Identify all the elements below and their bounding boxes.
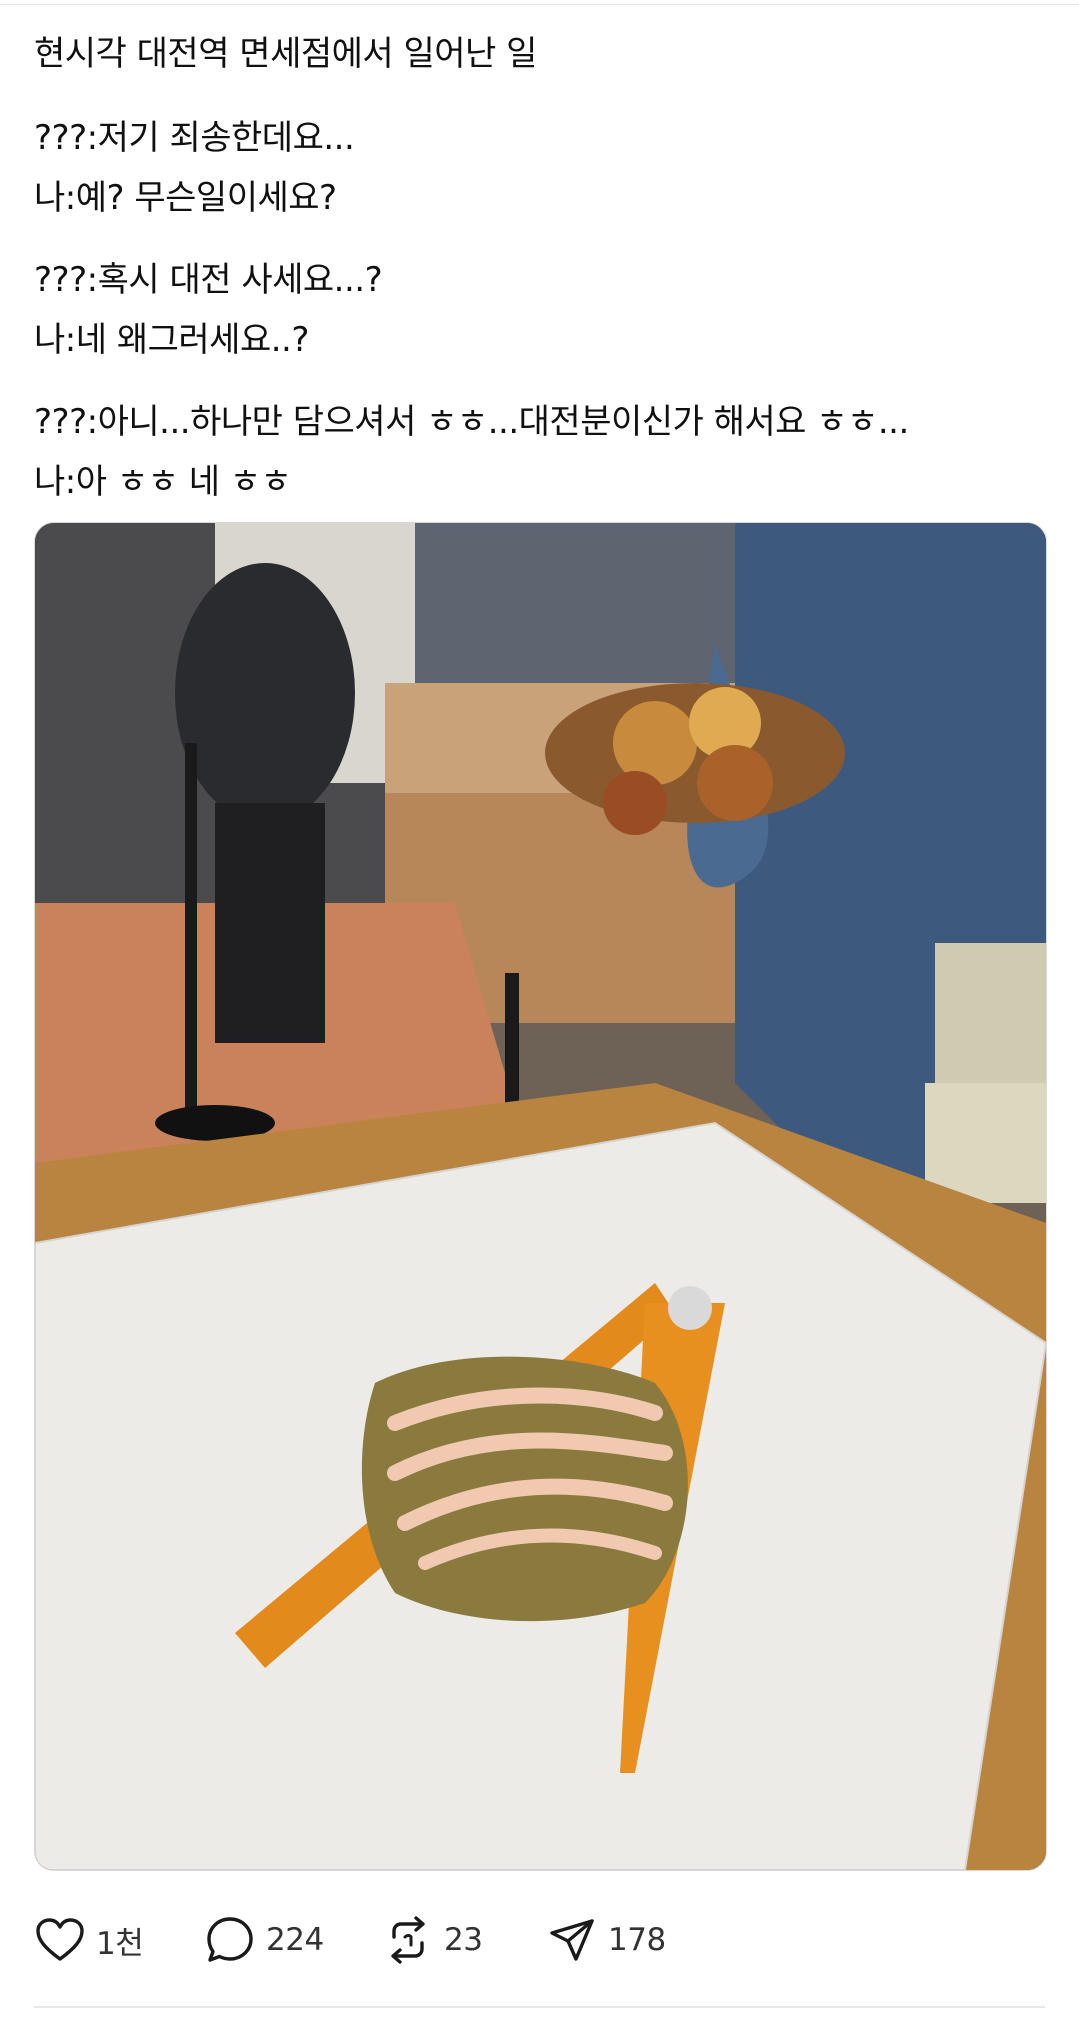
dialogue-line: 나:아 ㅎㅎ 네 ㅎㅎ: [34, 462, 292, 502]
post-photo[interactable]: [34, 522, 1047, 1871]
post-actions: 1천 224 23 178: [34, 1900, 1045, 1980]
bakery-tray-photo: [35, 523, 1046, 1870]
dialogue-line: ???:저기 죄송한데요...: [34, 118, 355, 158]
heart-icon: [34, 1914, 86, 1966]
comment-count: 224: [266, 1922, 324, 1958]
repost-button[interactable]: 23: [382, 1900, 483, 1980]
post-body: 현시각 대전역 면세점에서 일어난 일 ???:저기 죄송한데요... 나:예?…: [34, 24, 1044, 512]
like-button[interactable]: 1천: [34, 1900, 144, 1980]
comment-bubble-icon: [204, 1914, 256, 1966]
bottom-divider: [34, 2006, 1045, 2008]
dialogue-line: ???:아니...하나만 담으셔서 ㅎㅎ...대전분이신가 해서요 ㅎㅎ...: [34, 402, 909, 442]
top-divider: [0, 4, 1079, 5]
comment-button[interactable]: 224: [204, 1900, 324, 1980]
like-count: 1천: [96, 1925, 144, 1962]
send-icon: [546, 1914, 598, 1966]
repost-count: 23: [444, 1922, 483, 1958]
post-title-line: 현시각 대전역 면세점에서 일어난 일: [34, 34, 537, 74]
share-count: 178: [608, 1922, 666, 1958]
dialogue-line: ???:혹시 대전 사세요...?: [34, 260, 383, 300]
dialogue-line: 나:네 왜그러세요..?: [34, 320, 309, 360]
share-button[interactable]: 178: [546, 1900, 666, 1980]
dialogue-line: 나:예? 무슨일이세요?: [34, 178, 337, 218]
repost-icon: [382, 1914, 434, 1966]
